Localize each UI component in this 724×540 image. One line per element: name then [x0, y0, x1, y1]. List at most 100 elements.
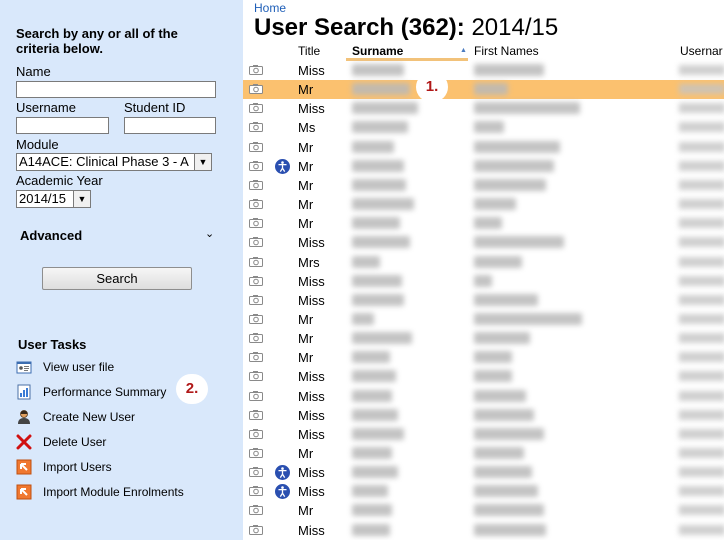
table-row[interactable]: Mr — [243, 214, 724, 233]
task-label: Delete User — [43, 435, 107, 449]
module-selected-value: A14ACE: Clinical Phase 3 - A — [19, 154, 189, 169]
column-header-title[interactable]: Title — [298, 44, 320, 60]
breadcrumb-home[interactable]: Home — [254, 1, 286, 15]
row-surname-redacted — [352, 274, 402, 287]
row-first-names-redacted — [474, 523, 546, 536]
row-username-redacted — [679, 256, 724, 267]
import-icon — [16, 484, 32, 500]
new-user-icon — [18, 410, 30, 424]
row-username-redacted — [679, 313, 724, 324]
advanced-toggle[interactable]: Advanced — [20, 228, 82, 243]
table-row[interactable]: Mr — [243, 501, 724, 520]
table-row[interactable]: Mr — [243, 310, 724, 329]
table-row[interactable]: Miss — [243, 99, 724, 118]
table-row[interactable]: Miss — [243, 521, 724, 540]
chevron-down-icon[interactable]: ⌄ — [205, 227, 214, 240]
row-title: Mr — [298, 311, 314, 327]
camera-icon — [249, 467, 263, 478]
user-tasks-heading: User Tasks — [18, 337, 87, 352]
row-username-redacted — [679, 199, 724, 210]
module-select[interactable]: A14ACE: Clinical Phase 3 - A ▼ — [16, 153, 212, 171]
row-first-names-redacted — [474, 102, 580, 115]
row-title: Miss — [298, 388, 325, 404]
year-select[interactable]: 2014/15 ▼ — [16, 190, 91, 208]
row-first-names-redacted — [474, 121, 504, 134]
row-title: Mr — [298, 82, 314, 98]
row-username-redacted — [679, 237, 724, 248]
row-username-redacted — [679, 390, 724, 401]
camera-icon — [249, 409, 263, 420]
table-row[interactable]: Miss — [243, 482, 724, 501]
row-first-names-redacted — [474, 312, 582, 325]
table-row[interactable]: Mr — [243, 195, 724, 214]
row-title: Miss — [298, 273, 325, 289]
chart-icon — [17, 384, 31, 400]
row-username-redacted — [679, 371, 724, 382]
table-row[interactable]: Miss — [243, 367, 724, 386]
camera-icon — [249, 448, 263, 458]
table-row[interactable]: Mr — [243, 138, 724, 157]
name-label: Name — [16, 64, 51, 79]
row-first-names-redacted — [474, 447, 524, 459]
row-title: Miss — [298, 63, 325, 78]
camera-icon — [249, 371, 263, 382]
table-row[interactable]: Mr — [243, 444, 724, 463]
row-title: Miss — [298, 484, 325, 500]
table-row[interactable]: Mr — [243, 80, 724, 100]
row-title: Miss — [298, 426, 325, 442]
row-title: Mr — [298, 503, 314, 519]
row-surname-redacted — [352, 121, 408, 134]
table-row[interactable]: Mr — [243, 157, 724, 176]
row-username-redacted — [679, 409, 724, 420]
row-username-redacted — [679, 103, 724, 114]
row-title: Mr — [298, 216, 314, 232]
row-title: Mr — [298, 446, 314, 461]
chevron-down-icon[interactable]: ▼ — [194, 154, 211, 170]
camera-icon — [249, 275, 263, 286]
table-row[interactable]: Mr — [243, 176, 724, 195]
studentid-input[interactable] — [124, 117, 216, 134]
row-surname-redacted — [352, 408, 398, 421]
search-button[interactable]: Search — [42, 267, 192, 290]
row-username-redacted — [679, 352, 724, 363]
row-title: Miss — [298, 292, 325, 308]
row-username-redacted — [679, 486, 724, 497]
row-first-names-redacted — [474, 427, 544, 440]
row-title: Miss — [298, 407, 325, 423]
table-row[interactable]: Mr — [243, 329, 724, 348]
row-first-names-redacted — [474, 466, 532, 479]
column-header-username[interactable]: Usernar — [680, 44, 723, 60]
chevron-down-icon[interactable]: ▼ — [73, 191, 90, 207]
row-username-redacted — [679, 524, 724, 535]
camera-icon — [249, 65, 263, 75]
name-input[interactable] — [16, 81, 216, 98]
row-username-redacted — [679, 333, 724, 344]
row-title: Miss — [298, 101, 325, 117]
row-surname-redacted — [352, 523, 390, 536]
row-title: Miss — [298, 465, 325, 481]
annotation-badge-1: 1. — [416, 72, 448, 102]
column-header-first-names[interactable]: First Names — [474, 44, 539, 60]
row-username-redacted — [679, 179, 724, 190]
username-input[interactable] — [16, 117, 109, 134]
row-title: Mr — [298, 177, 314, 193]
table-row[interactable]: Mrs — [243, 253, 724, 272]
camera-icon — [249, 103, 263, 114]
table-row[interactable]: Miss — [243, 233, 724, 252]
table-row[interactable]: Ms — [243, 118, 724, 137]
row-first-names-redacted — [474, 83, 508, 96]
table-row[interactable]: Miss — [243, 406, 724, 425]
table-row[interactable]: Miss — [243, 272, 724, 291]
table-row[interactable]: Miss — [243, 425, 724, 444]
row-surname-redacted — [352, 332, 412, 345]
camera-icon — [249, 313, 263, 324]
table-row[interactable]: Mr — [243, 348, 724, 367]
table-row[interactable]: Miss — [243, 463, 724, 482]
row-surname-redacted — [352, 466, 398, 479]
table-row[interactable]: Miss — [243, 291, 724, 310]
row-surname-redacted — [352, 485, 388, 498]
module-label: Module — [16, 137, 59, 152]
table-row[interactable]: Miss — [243, 61, 724, 80]
row-surname-redacted — [352, 217, 400, 230]
table-row[interactable]: Miss — [243, 387, 724, 406]
